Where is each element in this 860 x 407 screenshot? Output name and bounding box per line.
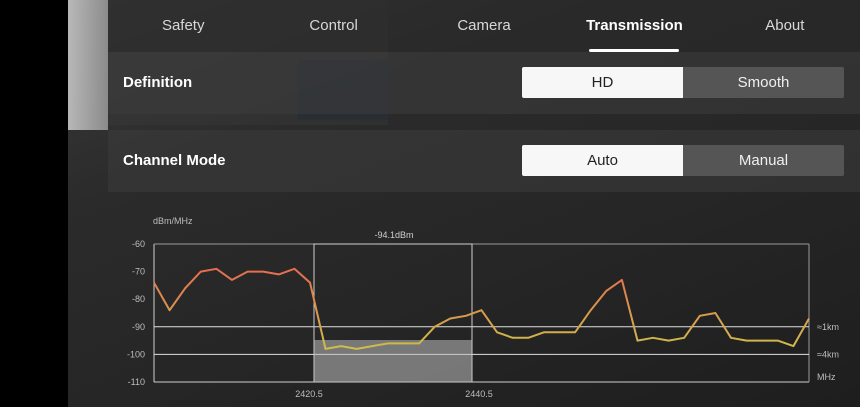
spectrum-point (325, 348, 327, 350)
spectrum-point (528, 337, 530, 339)
spectrum-point (418, 343, 420, 345)
spectrum-point (543, 332, 545, 334)
spectrum-point (356, 348, 358, 350)
distance-label: ≈1km (817, 322, 839, 332)
spectrum-point (496, 332, 498, 334)
spectrum-point (450, 318, 452, 320)
spectrum-line (153, 267, 810, 350)
spectrum-point (481, 309, 483, 311)
spectrum-point (793, 345, 795, 347)
spectrum-point (247, 271, 249, 273)
spectrum-point (340, 345, 342, 347)
y-tick-label: -80 (132, 294, 145, 304)
spectrum-point (169, 309, 171, 311)
spectrum-point (590, 309, 592, 311)
spectrum-point (372, 345, 374, 347)
spectrum-point (652, 337, 654, 339)
spectrum-point (387, 343, 389, 345)
spectrum-point (715, 312, 717, 314)
spectrum-point (278, 274, 280, 276)
spectrum-series (153, 267, 810, 350)
spectrum-point (699, 315, 701, 317)
spectrum-point (512, 337, 514, 339)
spectrum-point (309, 282, 311, 284)
spectrum-point (434, 326, 436, 328)
y-tick-label: -70 (132, 267, 145, 277)
spectrum-point (153, 282, 155, 284)
spectrum-point (683, 337, 685, 339)
y-axis-unit-label: dBm/MHz (153, 216, 193, 226)
x-tick-label: 2440.5 (465, 389, 493, 399)
spectrum-point (777, 340, 779, 342)
spectrum-point (559, 332, 561, 334)
y-tick-label: -100 (127, 349, 145, 359)
spectrum-point (761, 340, 763, 342)
spectrum-point (216, 268, 218, 270)
y-tick-label: -60 (132, 239, 145, 249)
spectrum-point (730, 337, 732, 339)
x-axis-unit-label: MHz (817, 372, 836, 382)
spectrum-point (808, 318, 810, 320)
spectrum-point (231, 279, 233, 281)
spectrum-point (637, 340, 639, 342)
y-tick-labels: -60 -70 -80 -90 -100 -110 (127, 239, 145, 387)
spectrum-point (262, 271, 264, 273)
spectrum-point (621, 279, 623, 281)
spectrum-point (746, 340, 748, 342)
y-tick-label: -90 (132, 322, 145, 332)
spectrum-point (465, 315, 467, 317)
distance-reference-labels: ≈1km ≈4km (817, 322, 839, 360)
x-tick-labels: 2420.5 2440.5 (295, 389, 493, 399)
spectrum-chart: dBm/MHz -60 -70 -80 -90 -100 -110 -94.1dBm ≈1… (127, 216, 839, 399)
spectrum-point (668, 340, 670, 342)
spectrum-point (574, 332, 576, 334)
spectrum-point (294, 268, 296, 270)
spectrum-point (606, 290, 608, 292)
selection-power-label: -94.1dBm (374, 230, 413, 240)
spectrum-point (403, 343, 405, 345)
spectrum-point (200, 271, 202, 273)
x-tick-label: 2420.5 (295, 389, 323, 399)
spectrum-point (184, 287, 186, 289)
distance-label: ≈4km (817, 349, 839, 359)
y-tick-label: -110 (128, 377, 145, 387)
